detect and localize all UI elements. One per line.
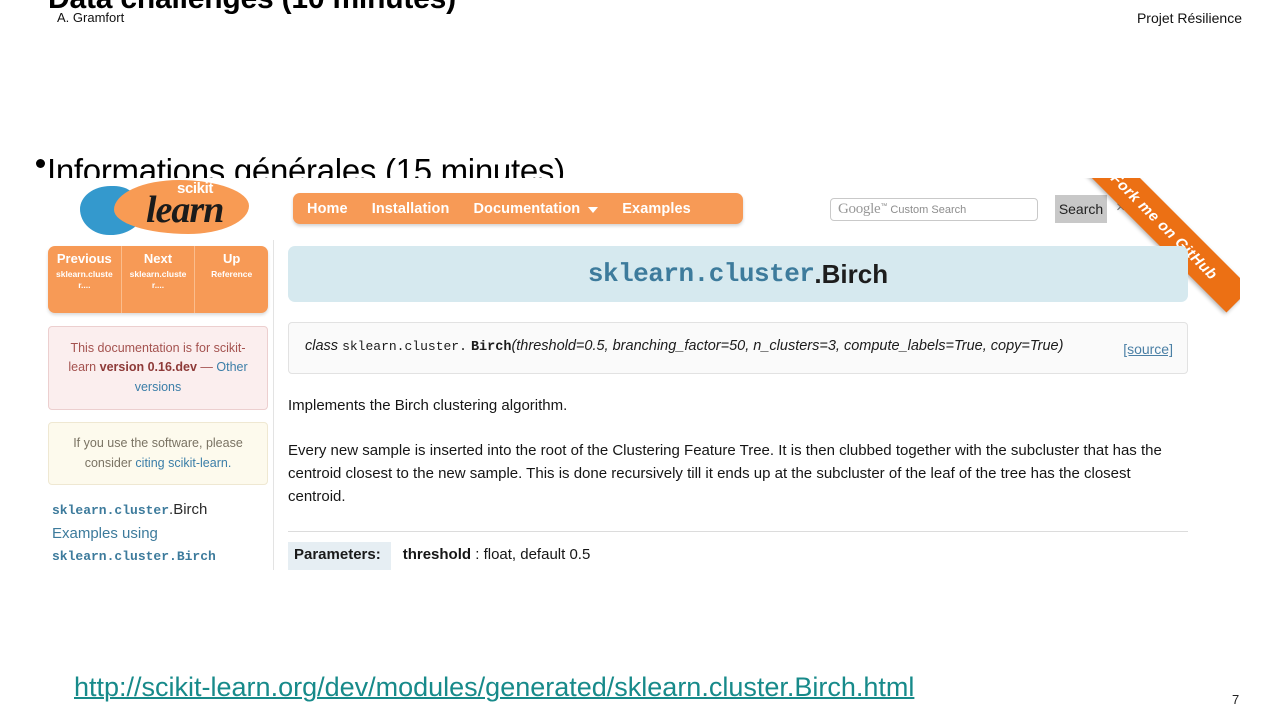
search-placeholder: Google™ Custom Search bbox=[838, 201, 966, 218]
relbar-up-target: Reference bbox=[211, 268, 253, 279]
search-input[interactable]: Google™ Custom Search bbox=[830, 198, 1038, 221]
relbar-next-label: Next bbox=[143, 251, 173, 266]
version-notice-dash: — bbox=[196, 360, 217, 375]
toc-examples-target[interactable]: sklearn.cluster.Birch bbox=[52, 549, 268, 564]
parameter-entry: threshold : float, default 0.5 bbox=[391, 542, 591, 563]
doc-paragraph-intro: Implements the Birch clustering algorith… bbox=[288, 396, 568, 414]
google-brand-text: Google bbox=[838, 201, 881, 217]
relbar-up-label: Up bbox=[223, 251, 241, 266]
toc-examples-using-label[interactable]: Examples using bbox=[52, 525, 268, 542]
citing-link[interactable]: citing bbox=[135, 456, 164, 470]
bullet-dot-icon bbox=[36, 159, 45, 168]
parameters-header: Parameters: bbox=[288, 541, 391, 570]
nav-item-home[interactable]: Home bbox=[307, 201, 348, 217]
version-notice: This documentation is for scikit-learn v… bbox=[48, 326, 268, 411]
logo-scikit-text: scikit bbox=[177, 180, 213, 197]
citation-line1: If you use the software, bbox=[73, 436, 203, 451]
toc-module-mono: sklearn.cluster bbox=[52, 502, 170, 518]
parameters-section: Parameters: threshold : float, default 0… bbox=[288, 530, 1188, 570]
scikit-learn-logo[interactable]: learn scikit bbox=[62, 180, 282, 238]
slide-author: A. Gramfort bbox=[57, 10, 125, 25]
doc-sidebar: Previous sklearn.cluster.... Next sklear… bbox=[48, 246, 268, 564]
relbar-previous[interactable]: Previous sklearn.cluster.... bbox=[48, 246, 121, 313]
scikit-learn-screenshot: learn scikit Home Installation Documenta… bbox=[40, 178, 1240, 570]
relbar-previous-label: Previous bbox=[56, 251, 112, 266]
doc-page-title: sklearn.cluster .Birch bbox=[288, 246, 1188, 302]
nav-item-installation[interactable]: Installation bbox=[372, 201, 450, 217]
relbar-next[interactable]: Next sklearn.cluster.... bbox=[120, 246, 195, 313]
relbar-next-target: sklearn.cluster.... bbox=[129, 268, 187, 290]
doc-paragraph-detail: Every new sample is inserted into the ro… bbox=[288, 441, 1162, 506]
class-signature-block: class sklearn.cluster. Birch(threshold=0… bbox=[288, 322, 1188, 374]
parameter-name: threshold bbox=[402, 545, 472, 563]
nav-item-examples[interactable]: Examples bbox=[622, 201, 691, 217]
sidebar-toc: sklearn.cluster.Birch Examples using skl… bbox=[48, 501, 268, 564]
version-notice-word: version bbox=[99, 360, 145, 375]
doc-main-content: sklearn.cluster .Birch class sklearn.clus… bbox=[288, 246, 1188, 570]
signature-module: sklearn.cluster. bbox=[342, 339, 467, 354]
relbar-previous-target: sklearn.cluster.... bbox=[55, 268, 113, 290]
documentation-url-link[interactable]: http://scikit-learn.org/dev/modules/gene… bbox=[74, 672, 914, 703]
main-navigation-bar: Home Installation Documentation Examples bbox=[293, 193, 743, 224]
toc-module-entry[interactable]: sklearn.cluster.Birch bbox=[52, 501, 268, 518]
trademark-icon: ™ bbox=[880, 203, 888, 210]
source-link[interactable]: [source] bbox=[1123, 338, 1173, 360]
version-notice-number: 0.16.dev bbox=[147, 360, 197, 375]
version-notice-line1: This documentation is for bbox=[70, 341, 211, 355]
chevron-down-icon[interactable] bbox=[588, 206, 599, 213]
search-button[interactable]: Search bbox=[1055, 195, 1107, 223]
slide-page-number: 7 bbox=[1232, 692, 1240, 707]
signature-keyword: class bbox=[305, 338, 339, 354]
sidebar-divider bbox=[273, 240, 274, 570]
signature-class-name: Birch bbox=[470, 340, 512, 355]
scikit-learn-cite-link[interactable]: scikit-learn. bbox=[168, 456, 231, 470]
relbar-up[interactable]: Up Reference bbox=[194, 246, 268, 313]
citation-notice: If you use the software, please consider… bbox=[48, 422, 268, 485]
nav-item-documentation[interactable]: Documentation bbox=[473, 201, 580, 217]
slide-project-label: Projet Résilience bbox=[1136, 10, 1242, 26]
doc-page-title-class: .Birch bbox=[814, 258, 889, 289]
signature-arguments: (threshold=0.5, branching_factor=50, n_c… bbox=[511, 338, 1064, 354]
search-placeholder-text: Custom Search bbox=[890, 204, 967, 216]
toc-module-tail: .Birch bbox=[169, 500, 208, 518]
relation-bar: Previous sklearn.cluster.... Next sklear… bbox=[48, 246, 268, 313]
doc-page-title-module: sklearn.cluster bbox=[587, 259, 815, 289]
parameter-type: : float, default 0.5 bbox=[471, 545, 591, 563]
